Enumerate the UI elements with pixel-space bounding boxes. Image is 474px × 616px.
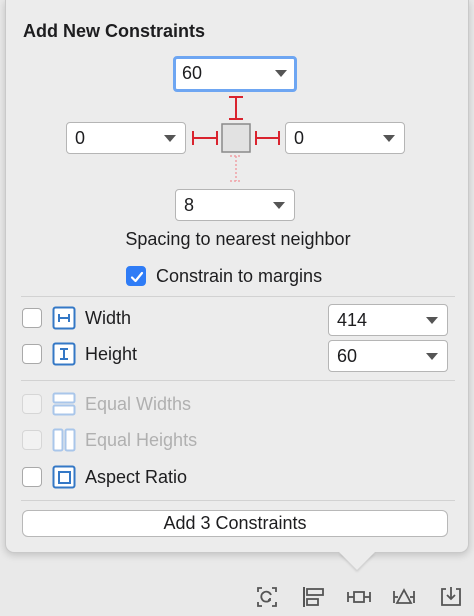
bottom-constraint-value: 8 <box>184 195 195 215</box>
align-icon[interactable] <box>299 583 327 611</box>
equal-heights-checkbox[interactable] <box>22 430 42 450</box>
aspect-ratio-label: Aspect Ratio <box>85 467 188 487</box>
resolve-issues-icon[interactable] <box>390 583 418 611</box>
top-constraint-field[interactable]: 60 <box>173 56 297 92</box>
chevron-down-icon[interactable] <box>426 317 438 324</box>
left-constraint-field[interactable]: 0 <box>66 122 186 154</box>
popover-arrow <box>339 552 375 570</box>
right-constraint-value: 0 <box>294 128 305 148</box>
aspect-ratio-checkbox[interactable] <box>22 467 42 487</box>
height-checkbox[interactable] <box>22 344 42 364</box>
equal-widths-checkbox[interactable] <box>22 394 42 414</box>
equal-widths-label: Equal Widths <box>85 394 192 414</box>
add-constraints-button[interactable]: Add 3 Constraints <box>22 510 448 537</box>
height-icon <box>52 342 76 366</box>
top-constraint-value: 60 <box>182 63 203 83</box>
constrain-to-margins-label: Constrain to margins <box>156 266 323 286</box>
chevron-down-icon[interactable] <box>164 135 176 142</box>
popover-title: Add New Constraints <box>23 21 206 41</box>
width-value: 414 <box>337 310 368 330</box>
constrain-to-margins-checkbox[interactable] <box>126 266 146 286</box>
bottom-constraint-field[interactable]: 8 <box>175 189 295 221</box>
add-constraints-icon[interactable] <box>345 583 373 611</box>
chevron-down-icon[interactable] <box>426 353 438 360</box>
height-value: 60 <box>337 346 358 366</box>
checkmark-icon <box>130 271 144 283</box>
left-constraint-indicator <box>192 131 218 145</box>
chevron-down-icon[interactable] <box>275 70 287 77</box>
embed-in-icon[interactable] <box>437 583 465 611</box>
divider <box>21 380 455 381</box>
spacing-caption: Spacing to nearest neighbor <box>125 229 351 249</box>
height-label: Height <box>85 344 138 364</box>
add-constraints-popover: Add New Constraints 60 0 0 8 Spacing to … <box>5 0 469 553</box>
chevron-down-icon[interactable] <box>273 202 285 209</box>
width-label: Width <box>85 308 132 328</box>
update-frames-icon[interactable] <box>253 583 281 611</box>
equal-widths-icon <box>52 392 76 416</box>
bottom-constraint-indicator <box>230 155 242 182</box>
chevron-down-icon[interactable] <box>383 135 395 142</box>
width-value-field[interactable]: 414 <box>328 304 448 336</box>
width-checkbox[interactable] <box>22 308 42 328</box>
left-constraint-value: 0 <box>75 128 86 148</box>
equal-heights-icon <box>52 428 76 452</box>
view-placeholder <box>221 123 251 153</box>
right-constraint-field[interactable]: 0 <box>285 122 405 154</box>
equal-heights-label: Equal Heights <box>85 430 198 450</box>
height-value-field[interactable]: 60 <box>328 340 448 372</box>
top-constraint-indicator <box>229 96 243 120</box>
divider <box>21 500 455 501</box>
aspect-ratio-icon <box>52 465 76 489</box>
right-constraint-indicator <box>255 131 280 145</box>
divider <box>21 296 455 297</box>
width-icon <box>52 306 76 330</box>
